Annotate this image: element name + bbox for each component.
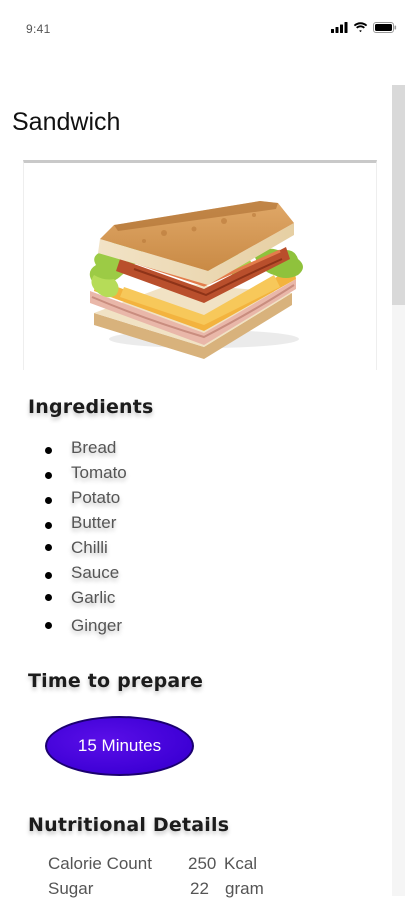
nutrition-title: Nutritional Details xyxy=(28,814,230,836)
ingredient-label: Butter xyxy=(71,513,117,532)
page-title: Sandwich xyxy=(12,108,121,136)
ingredient-label: Chilli xyxy=(71,538,108,557)
nutrition-table: Calorie Count 250 Kcal Sugar 22 gram xyxy=(48,854,348,904)
nutrition-value: 250 xyxy=(188,854,217,873)
sandwich-image xyxy=(23,160,377,370)
nutrition-label: Sugar xyxy=(48,879,94,898)
nutrition-label: Calorie Count xyxy=(48,854,152,873)
list-item: Tomato xyxy=(0,463,300,485)
status-time: 9:41 xyxy=(26,22,51,36)
list-item: Sauce xyxy=(0,563,300,585)
wifi-icon xyxy=(353,21,368,32)
nutrition-row: Calorie Count 250 Kcal xyxy=(48,854,348,879)
bullet-icon xyxy=(45,622,52,629)
bullet-icon xyxy=(45,522,52,529)
status-bar: 9:41 xyxy=(0,0,414,56)
bullet-icon xyxy=(45,497,52,504)
list-item: Chilli xyxy=(0,538,300,560)
ingredient-label: Potato xyxy=(71,488,121,507)
bullet-icon xyxy=(45,472,52,479)
scrollbar-thumb[interactable] xyxy=(392,85,405,305)
prep-time-title: Time to prepare xyxy=(28,670,204,692)
ingredient-label: Garlic xyxy=(71,588,116,607)
bullet-icon xyxy=(45,544,52,551)
list-item: Garlic xyxy=(0,588,300,610)
list-item: Butter xyxy=(0,513,300,535)
nutrition-unit: Kcal xyxy=(224,854,258,873)
list-item: Potato xyxy=(0,488,300,510)
bullet-icon xyxy=(45,572,52,579)
nutrition-unit: gram xyxy=(225,879,264,898)
ingredient-label: Tomato xyxy=(71,463,127,482)
bullet-icon xyxy=(45,447,52,454)
ingredient-label: Sauce xyxy=(71,563,120,582)
nutrition-value: 22 xyxy=(190,879,209,898)
bullet-icon xyxy=(45,594,52,601)
cellular-signal-icon xyxy=(331,21,348,33)
battery-icon xyxy=(373,21,397,33)
list-item: Ginger xyxy=(0,616,300,638)
ingredient-label: Ginger xyxy=(71,616,123,635)
ingredients-title: Ingredients xyxy=(28,396,154,418)
status-icons xyxy=(331,21,397,33)
sandwich-illustration xyxy=(89,201,303,359)
list-item: Bread xyxy=(0,438,300,460)
ingredient-label: Bread xyxy=(71,438,117,457)
prep-time-badge[interactable]: 15 Minutes xyxy=(45,716,194,776)
nutrition-row: Sugar 22 gram xyxy=(48,879,348,904)
